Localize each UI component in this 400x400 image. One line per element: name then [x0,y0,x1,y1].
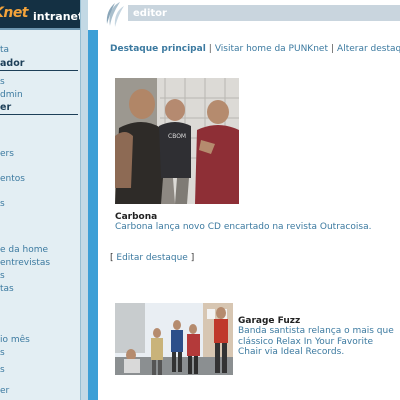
content-accent-bar [88,30,98,400]
section-header: editor [128,5,400,21]
logo-suffix: intranet [33,10,84,23]
sidebar-item[interactable]: ers [0,149,14,159]
sidebar-item[interactable]: io mês [0,335,30,345]
secondary-title[interactable]: Garage Fuzz [238,316,300,326]
sidebar-item[interactable]: ta [0,45,9,55]
logo-underline [0,28,80,30]
sidebar-item[interactable]: entos [0,174,25,184]
nav-separator: | [330,44,335,54]
edit-bracket-open: [ [110,253,114,263]
section-title: editor [133,8,167,19]
sidebar-section-heading: ador [0,58,78,71]
nav-current[interactable]: Destaque principal [110,44,206,54]
edit-featured-link[interactable]: [ Editar destaque ] [110,253,194,263]
leaf-icon [106,2,124,27]
content-nav: Destaque principal | Visitar home da PUNKn… [110,44,400,54]
sidebar-item[interactable]: dmin [0,90,23,100]
sidebar-item[interactable]: tas [0,284,14,294]
nav-separator: | [208,44,212,54]
nav-link-home[interactable]: Visitar home da PUNKnet [215,44,328,54]
sidebar-item[interactable]: s [0,271,5,281]
sidebar-item[interactable]: entrevistas [0,258,50,268]
intranet-logo[interactable]: Knet intranet [0,0,84,30]
sidebar-item[interactable]: s [0,365,5,375]
featured-description: Carbona lança novo CD encartado na revis… [115,222,372,232]
sidebar-item[interactable]: s [0,77,5,87]
edit-bracket-close: ] [190,253,195,263]
svg-text:CBOM: CBOM [168,133,186,140]
sidebar-section-heading: er [0,102,78,115]
logo-brand: Knet [0,5,29,21]
sidebar-item[interactable]: s [0,199,5,209]
featured-title[interactable]: Carbona [115,212,157,222]
featured-photo[interactable]: CBOM [115,78,239,204]
edit-featured-label[interactable]: Editar destaque [116,253,187,263]
secondary-photo[interactable] [115,303,233,375]
sidebar-item[interactable]: er [0,386,9,396]
sidebar: Knet intranet ta ador s dmin er ers ento… [0,0,84,400]
nav-link-change[interactable]: Alterar destaque [337,44,400,54]
sidebar-item[interactable]: s [0,348,5,358]
sidebar-divider [80,0,88,400]
sidebar-item[interactable]: e da home [0,245,48,255]
secondary-description: Banda santista relança o mais que clássi… [238,326,394,357]
